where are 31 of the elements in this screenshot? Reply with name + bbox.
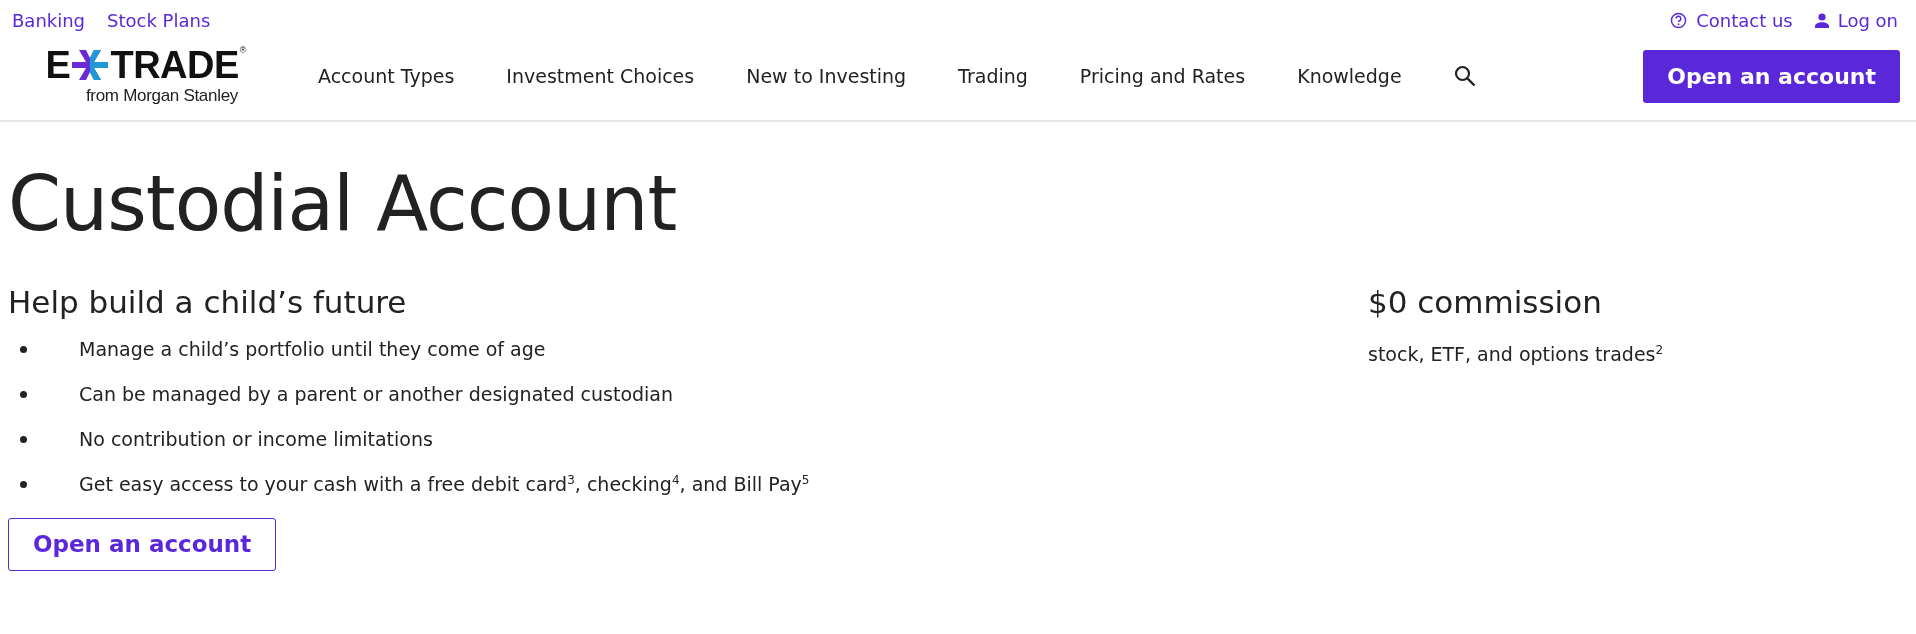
utility-link[interactable]: Banking (12, 9, 86, 31)
nav-link[interactable]: New to Investing (746, 65, 907, 87)
logo-tagline: from Morgan Stanley (85, 86, 238, 106)
bullet-text: Get easy access to your cash with a free debit card$^{3}$, checking$^{4}$, and Bill Pay$^{5}$ (79, 473, 810, 496)
utility-link[interactable]: Stock Plans (107, 9, 211, 31)
search-icon[interactable] (1453, 65, 1476, 87)
logo-text: TRADE (110, 46, 239, 84)
nav-link[interactable]: Trading (958, 65, 1028, 87)
page-title: Custodial Account (8, 162, 678, 246)
nav-link[interactable]: Account Types (318, 65, 455, 87)
section-heading: Help build a child’s future (8, 283, 408, 321)
commission-text: stock, ETF, and options trades$^{2}$ (1368, 342, 1664, 366)
bullet-dot (20, 435, 27, 443)
bullet-text: Can be managed by a parent or another designated custodian (79, 383, 674, 406)
utility-link[interactable]: Log on (1814, 9, 1898, 31)
bullet-text: No contribution or income limitations (79, 428, 433, 451)
nav-link[interactable]: Knowledge (1297, 65, 1402, 87)
utility-link[interactable]: Contact us (1670, 9, 1793, 31)
registered-mark: ® (239, 46, 246, 55)
bullet-text: Manage a child’s portfolio until they come of age (79, 338, 546, 361)
bullet-dot (20, 390, 27, 398)
bullet-dot (20, 345, 27, 353)
open-account-button[interactable]: Open an account (8, 517, 277, 571)
help-icon (1670, 11, 1688, 29)
open-account-button[interactable]: Open an account (1643, 49, 1900, 103)
logo-text: E (45, 46, 71, 84)
user-icon (1814, 12, 1829, 28)
bullet-dot (20, 480, 27, 488)
commission-heading: $0 commission (1368, 283, 1603, 321)
nav-link[interactable]: Investment Choices (506, 65, 695, 87)
nav-link[interactable]: Pricing and Rates (1079, 65, 1246, 87)
